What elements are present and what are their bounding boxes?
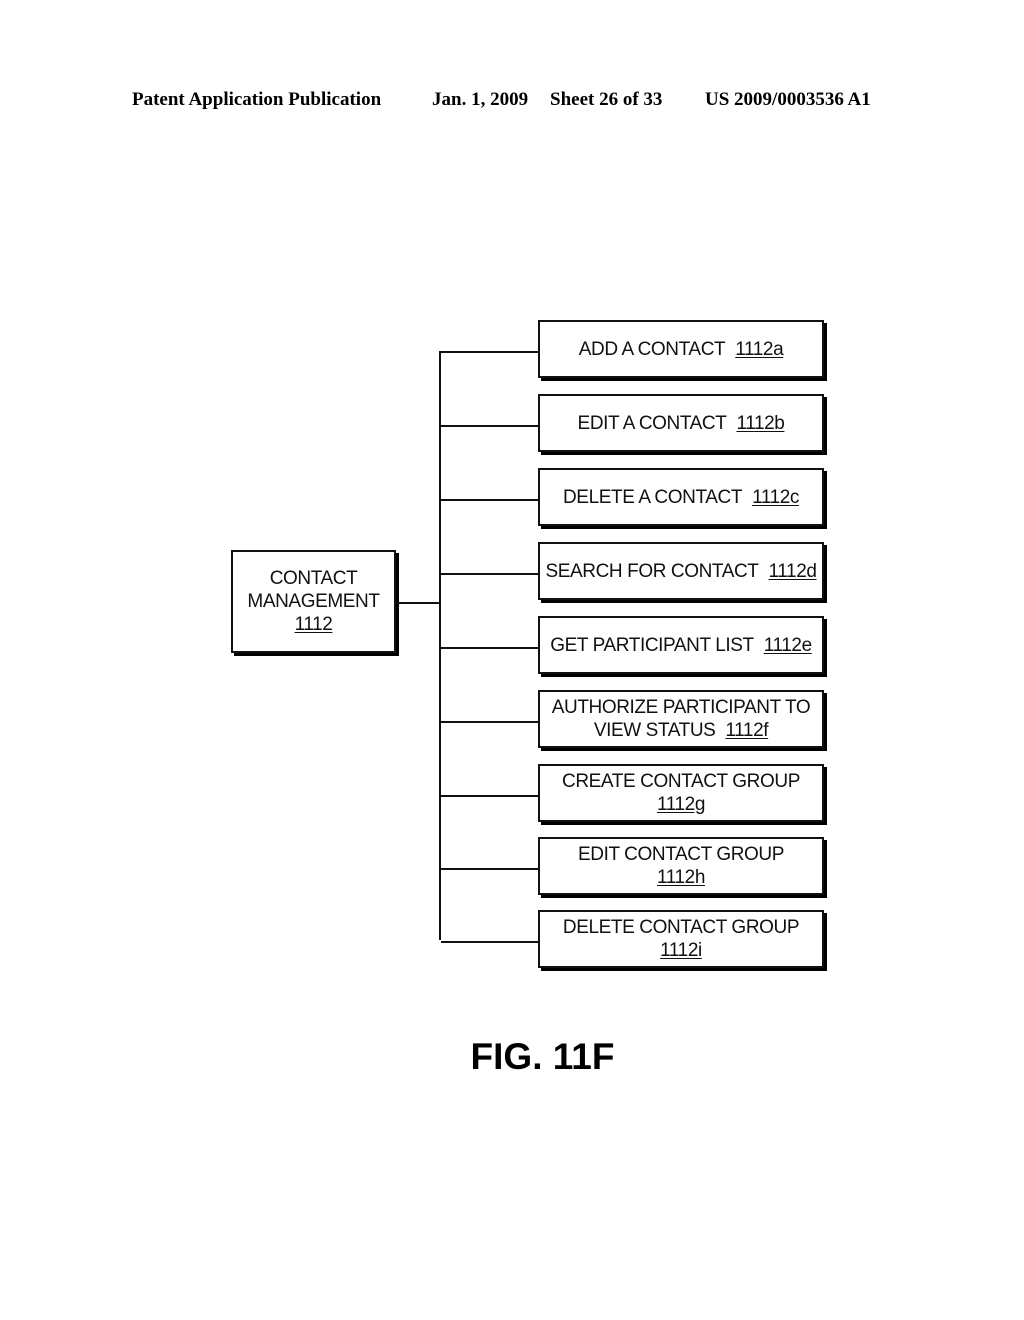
child-reference: 1112e xyxy=(763,634,812,656)
child-label: EDIT A CONTACT xyxy=(577,412,727,434)
child-node: CREATE CONTACT GROUP 1112g xyxy=(538,764,824,822)
child-reference: 1112g xyxy=(656,794,705,815)
child-label-line1: CREATE CONTACT GROUP xyxy=(562,770,800,793)
child-reference: 1112f xyxy=(725,720,769,741)
child-label: DELETE A CONTACT xyxy=(562,486,743,508)
figure-label: FIG. 11F xyxy=(470,1036,615,1077)
child-label-line1: ADD A CONTACT 1112a xyxy=(578,338,784,361)
child-node: EDIT CONTACT GROUP 1112h xyxy=(538,837,824,895)
child-reference: 1112h xyxy=(656,867,705,888)
child-label-line1: SEARCH FOR CONTACT 1112d xyxy=(545,560,816,583)
child-label-line2: 1112i xyxy=(660,939,702,962)
child-label-line1: EDIT A CONTACT 1112b xyxy=(578,412,785,435)
publication-type: Patent Application Publication xyxy=(132,89,382,110)
patent-number: US 2009/0003536 A1 xyxy=(705,89,871,110)
root-reference: 1112 xyxy=(294,614,333,635)
branch-connector xyxy=(441,573,539,575)
child-label-cont: VIEW STATUS xyxy=(593,720,716,741)
root-node-contact-management: CONTACT MANAGEMENT 1112 xyxy=(231,550,396,653)
branch-connector xyxy=(441,721,539,723)
branch-connector xyxy=(441,351,539,353)
sheet-number: Sheet 26 of 33 xyxy=(550,89,663,110)
branch-connector xyxy=(441,795,539,797)
child-node: EDIT A CONTACT 1112b xyxy=(538,394,824,452)
branch-connector xyxy=(441,647,539,649)
root-connector xyxy=(396,602,441,604)
child-label: ADD A CONTACT xyxy=(578,338,726,360)
child-label: SEARCH FOR CONTACT xyxy=(545,560,759,582)
branch-connector xyxy=(441,425,539,427)
branch-connector xyxy=(441,868,539,870)
child-reference: 1112a xyxy=(735,338,784,360)
child-label-line2: 1112h xyxy=(657,866,705,889)
child-node: ADD A CONTACT 1112a xyxy=(538,320,824,378)
child-label-line1: EDIT CONTACT GROUP xyxy=(578,843,784,866)
root-label-line1: CONTACT xyxy=(269,568,358,589)
child-reference: 1112d xyxy=(768,560,817,582)
child-reference: 1112c xyxy=(752,486,800,508)
branch-connector xyxy=(441,941,539,943)
child-label-line2: 1112g xyxy=(657,793,705,816)
child-label: CREATE CONTACT GROUP xyxy=(562,771,800,792)
child-label: EDIT CONTACT GROUP xyxy=(577,844,785,865)
publication-date: Jan. 1, 2009 xyxy=(432,89,529,110)
child-node: GET PARTICIPANT LIST 1112e xyxy=(538,616,824,674)
branch-connector xyxy=(441,499,539,501)
child-node: SEARCH FOR CONTACT 1112d xyxy=(538,542,824,600)
child-label-line1: DELETE CONTACT GROUP xyxy=(562,916,800,939)
child-label-line2: VIEW STATUS 1112f xyxy=(593,719,769,742)
child-label: AUTHORIZE PARTICIPANT TO xyxy=(551,697,811,718)
child-reference: 1112i xyxy=(660,940,702,961)
child-node: AUTHORIZE PARTICIPANT TO VIEW STATUS 1112f xyxy=(538,690,824,748)
child-label: DELETE CONTACT GROUP xyxy=(562,917,800,938)
child-node: DELETE CONTACT GROUP 1112i xyxy=(538,910,824,968)
child-node: DELETE A CONTACT 1112c xyxy=(538,468,824,526)
trunk-connector xyxy=(439,351,441,940)
child-label-line1: GET PARTICIPANT LIST 1112e xyxy=(550,634,812,657)
root-label-line2: MANAGEMENT xyxy=(247,591,380,612)
child-reference: 1112b xyxy=(736,412,785,434)
child-label-line1: AUTHORIZE PARTICIPANT TO xyxy=(552,696,811,719)
child-label-line1: DELETE A CONTACT 1112c xyxy=(563,486,799,509)
child-label: GET PARTICIPANT LIST xyxy=(550,634,754,656)
